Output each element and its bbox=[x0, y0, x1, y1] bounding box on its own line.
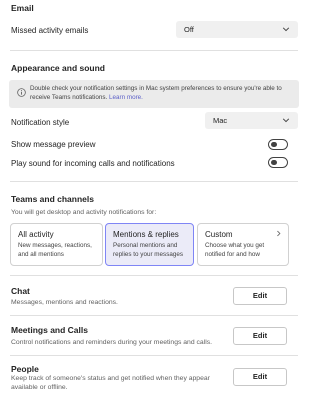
people-edit-button[interactable]: Edit bbox=[233, 368, 287, 386]
info-icon bbox=[17, 88, 26, 97]
edit-label: Edit bbox=[252, 331, 268, 340]
missed-activity-emails-value: Off bbox=[184, 25, 194, 34]
show-message-preview-label: Show message preview bbox=[11, 140, 96, 149]
teams-channels-description: You will get desktop and activity notifi… bbox=[11, 209, 157, 216]
option-title: Mentions & replies bbox=[113, 230, 179, 239]
appearance-section-heading: Appearance and sound bbox=[11, 63, 105, 73]
people-heading: People bbox=[11, 364, 39, 374]
chevron-right-icon bbox=[277, 230, 281, 237]
option-all-activity[interactable]: All activity New messages, reactions, an… bbox=[10, 223, 103, 266]
mac-preferences-info-banner: Double check your notification settings … bbox=[9, 80, 299, 108]
option-description: New messages, reactions, and all mention… bbox=[18, 242, 92, 258]
meetings-calls-heading: Meetings and Calls bbox=[11, 325, 88, 335]
divider bbox=[10, 50, 298, 51]
option-mentions-replies[interactable]: Mentions & replies Personal mentions and… bbox=[105, 223, 194, 266]
option-description: Choose what you get notified for and how bbox=[205, 242, 265, 258]
divider bbox=[10, 355, 298, 356]
chevron-down-icon bbox=[282, 118, 290, 123]
notification-style-value: Mac bbox=[213, 116, 228, 125]
learn-more-link[interactable]: Learn more. bbox=[109, 94, 143, 101]
option-custom[interactable]: Custom Choose what you get notified for … bbox=[197, 223, 289, 266]
chat-heading: Chat bbox=[11, 286, 30, 296]
meetings-calls-edit-button[interactable]: Edit bbox=[233, 327, 287, 345]
toggle-knob bbox=[271, 159, 277, 166]
divider bbox=[10, 181, 298, 182]
option-title: All activity bbox=[18, 230, 54, 239]
notification-style-dropdown[interactable]: Mac bbox=[205, 112, 298, 129]
chat-description: Messages, mentions and reactions. bbox=[11, 299, 118, 306]
people-description: Keep track of someone's status and get n… bbox=[11, 375, 210, 391]
teams-channels-heading: Teams and channels bbox=[11, 194, 94, 204]
divider bbox=[10, 315, 298, 316]
edit-label: Edit bbox=[252, 291, 268, 300]
notification-style-label: Notification style bbox=[11, 118, 70, 127]
edit-label: Edit bbox=[252, 372, 268, 381]
chat-edit-button[interactable]: Edit bbox=[233, 287, 287, 305]
chevron-down-icon bbox=[282, 27, 290, 32]
meetings-calls-description: Control notifications and reminders duri… bbox=[11, 339, 212, 346]
missed-activity-emails-label: Missed activity emails bbox=[11, 26, 89, 35]
play-sound-toggle[interactable] bbox=[268, 157, 288, 168]
play-sound-label: Play sound for incoming calls and notifi… bbox=[11, 159, 175, 168]
option-description: Personal mentions and replies to your me… bbox=[113, 242, 183, 258]
missed-activity-emails-dropdown[interactable]: Off bbox=[176, 21, 298, 38]
email-section-heading: Email bbox=[11, 3, 34, 13]
toggle-knob bbox=[271, 141, 277, 148]
show-message-preview-toggle[interactable] bbox=[268, 139, 288, 150]
option-title: Custom bbox=[205, 230, 233, 239]
info-banner-text: Double check your notification settings … bbox=[30, 85, 282, 102]
divider bbox=[10, 275, 298, 276]
